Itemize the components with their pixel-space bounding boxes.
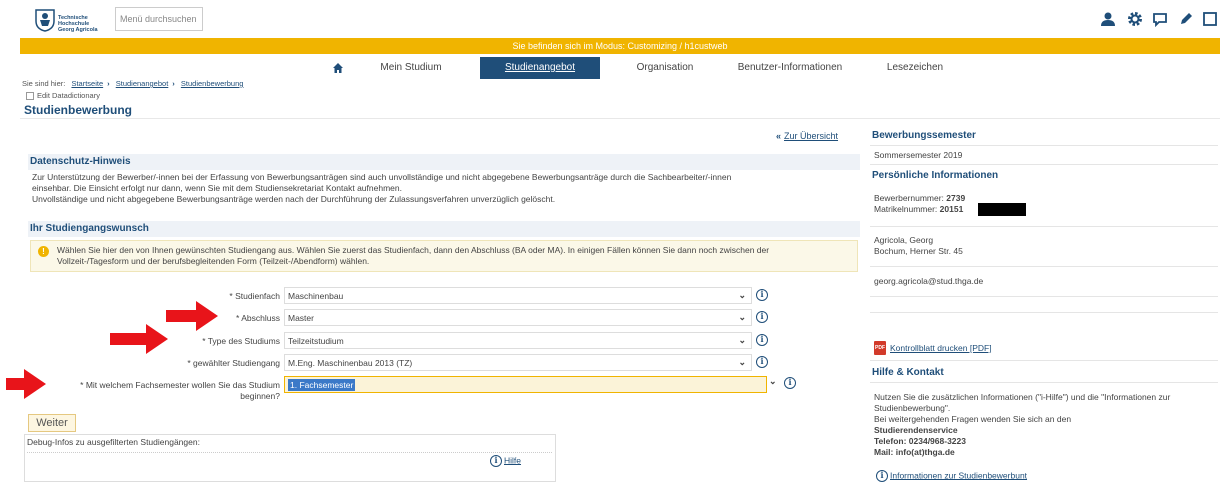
info-icon[interactable]: i bbox=[756, 334, 768, 346]
nav-benutzer-informationen[interactable]: Benutzer-Informationen bbox=[720, 57, 860, 79]
studienfach-select[interactable]: Maschinenbau ⌄ bbox=[284, 287, 752, 304]
semester-value: Sommersemester 2019 bbox=[874, 150, 963, 160]
warning-icon: ! bbox=[38, 246, 49, 257]
info-link-label[interactable]: Informationen zur Studienbewerbunt bbox=[890, 470, 1027, 480]
university-logo[interactable] bbox=[34, 8, 56, 32]
main-nav: Mein Studium Studienangebot Organisation… bbox=[320, 57, 980, 79]
back-link-label[interactable]: Zur Übersicht bbox=[784, 131, 838, 141]
personal-info-title: Persönliche Informationen bbox=[872, 170, 999, 181]
studiengang-select[interactable]: M.Eng. Maschinenbau 2013 (TZ) ⌄ bbox=[284, 354, 752, 371]
nav-lesezeichen[interactable]: Lesezeichen bbox=[870, 57, 960, 79]
info-icon[interactable]: i bbox=[756, 356, 768, 368]
breadcrumb-studienbewerbung[interactable]: Studienbewerbung bbox=[181, 79, 244, 88]
mode-banner: Sie befinden sich im Modus: Customizing … bbox=[20, 38, 1220, 54]
studiengang-label: * gewählter Studiengang bbox=[187, 358, 280, 368]
caret-down-icon[interactable]: ⌄ bbox=[769, 376, 777, 387]
divider bbox=[27, 452, 552, 453]
studienfach-label: * Studienfach bbox=[229, 291, 280, 301]
menu-search-input[interactable]: Menü durchsuchen bbox=[115, 7, 203, 31]
applicant-name: Agricola, Georg bbox=[874, 235, 934, 245]
help-link-label[interactable]: Hilfe bbox=[504, 455, 521, 465]
info-icon[interactable]: i bbox=[756, 289, 768, 301]
red-arrow-icon bbox=[6, 369, 46, 399]
breadcrumb-startseite[interactable]: Startseite bbox=[71, 79, 103, 88]
nav-organisation[interactable]: Organisation bbox=[610, 57, 720, 79]
info-icon[interactable]: i bbox=[756, 311, 768, 323]
privacy-title: Datenschutz-Hinweis bbox=[30, 156, 131, 167]
divider bbox=[20, 118, 1220, 119]
edit-datadictionary-label: Edit Datadictionary bbox=[37, 91, 100, 100]
help-contact-title: Hilfe & Kontakt bbox=[872, 367, 944, 378]
hint-text: Wählen Sie hier den von Ihnen gewünschte… bbox=[57, 245, 770, 266]
redaction-block bbox=[978, 203, 1026, 216]
window-icon[interactable] bbox=[1202, 11, 1218, 27]
privacy-text: Zur Unterstützung der Bewerber/-innen be… bbox=[32, 172, 732, 204]
caret-down-icon: ⌄ bbox=[738, 312, 746, 322]
back-to-overview-link[interactable]: «Zur Übersicht bbox=[776, 131, 838, 141]
chevron-right-icon: › bbox=[107, 79, 110, 88]
debug-text: Debug-Infos zu ausgefilterten Studiengän… bbox=[27, 437, 200, 447]
breadcrumb: Sie sind hier: Startseite › Studienangebo… bbox=[22, 79, 247, 88]
wish-title: Ihr Studiengangswunsch bbox=[30, 223, 149, 234]
matrikelnummer: Matrikelnummer: 20151 bbox=[874, 204, 964, 214]
chevron-right-icon: › bbox=[172, 79, 175, 88]
applicant-email: georg.agricola@stud.thga.de bbox=[874, 276, 984, 286]
applicant-address: Bochum, Herner Str. 45 bbox=[874, 246, 963, 256]
nav-studienangebot[interactable]: Studienangebot bbox=[480, 57, 600, 79]
divider bbox=[870, 266, 1218, 267]
weiter-button[interactable]: Weiter bbox=[28, 414, 76, 432]
user-icon[interactable] bbox=[1100, 11, 1116, 27]
abschluss-select[interactable]: Master ⌄ bbox=[284, 309, 752, 326]
divider bbox=[870, 360, 1218, 361]
logo-text: Technische Hochschule Georg Agricola bbox=[58, 15, 98, 33]
pencil-icon[interactable] bbox=[1178, 11, 1194, 27]
info-studienbewerbung-link[interactable]: i Informationen zur Studienbewerbunt bbox=[876, 470, 1027, 482]
caret-down-icon: ⌄ bbox=[738, 335, 746, 345]
fachsemester-select[interactable]: 1. Fachsemester bbox=[284, 376, 767, 393]
red-arrow-icon bbox=[166, 301, 218, 331]
divider bbox=[870, 145, 1218, 146]
wish-section-header bbox=[28, 221, 860, 237]
fachsemester-label: * Mit welchem Fachsemester wollen Sie da… bbox=[80, 380, 280, 401]
semester-title: Bewerbungssemester bbox=[872, 130, 976, 141]
divider bbox=[870, 296, 1218, 297]
info-icon: i bbox=[876, 470, 888, 482]
info-icon: i bbox=[490, 455, 502, 467]
double-chevron-left-icon: « bbox=[776, 131, 782, 141]
page-title: Studienbewerbung bbox=[24, 103, 132, 117]
red-arrow-icon bbox=[110, 324, 168, 354]
gear-icon[interactable] bbox=[1127, 11, 1143, 27]
caret-down-icon: ⌄ bbox=[738, 290, 746, 300]
caret-down-icon: ⌄ bbox=[738, 357, 746, 367]
kontrollblatt-link[interactable]: Kontrollblatt drucken [PDF] bbox=[890, 343, 992, 353]
nav-mein-studium[interactable]: Mein Studium bbox=[356, 57, 466, 79]
divider bbox=[870, 382, 1218, 383]
divider bbox=[870, 164, 1218, 165]
divider bbox=[870, 312, 1218, 313]
breadcrumb-studienangebot[interactable]: Studienangebot bbox=[116, 79, 169, 88]
home-icon[interactable] bbox=[328, 57, 348, 79]
help-text: Nutzen Sie die zusätzlichen Informatione… bbox=[874, 392, 1171, 457]
divider bbox=[870, 226, 1218, 227]
pdf-icon: PDF bbox=[874, 341, 886, 355]
studientyp-select[interactable]: Teilzeitstudium ⌄ bbox=[284, 332, 752, 349]
info-icon[interactable]: i bbox=[784, 377, 796, 389]
help-link[interactable]: i Hilfe bbox=[490, 455, 521, 467]
breadcrumb-prefix: Sie sind hier: bbox=[22, 79, 66, 88]
bewerbernummer: Bewerbernummer: 2739 bbox=[874, 193, 966, 203]
edit-datadictionary-checkbox[interactable]: Edit Datadictionary bbox=[26, 91, 100, 101]
chat-icon[interactable] bbox=[1152, 11, 1168, 28]
